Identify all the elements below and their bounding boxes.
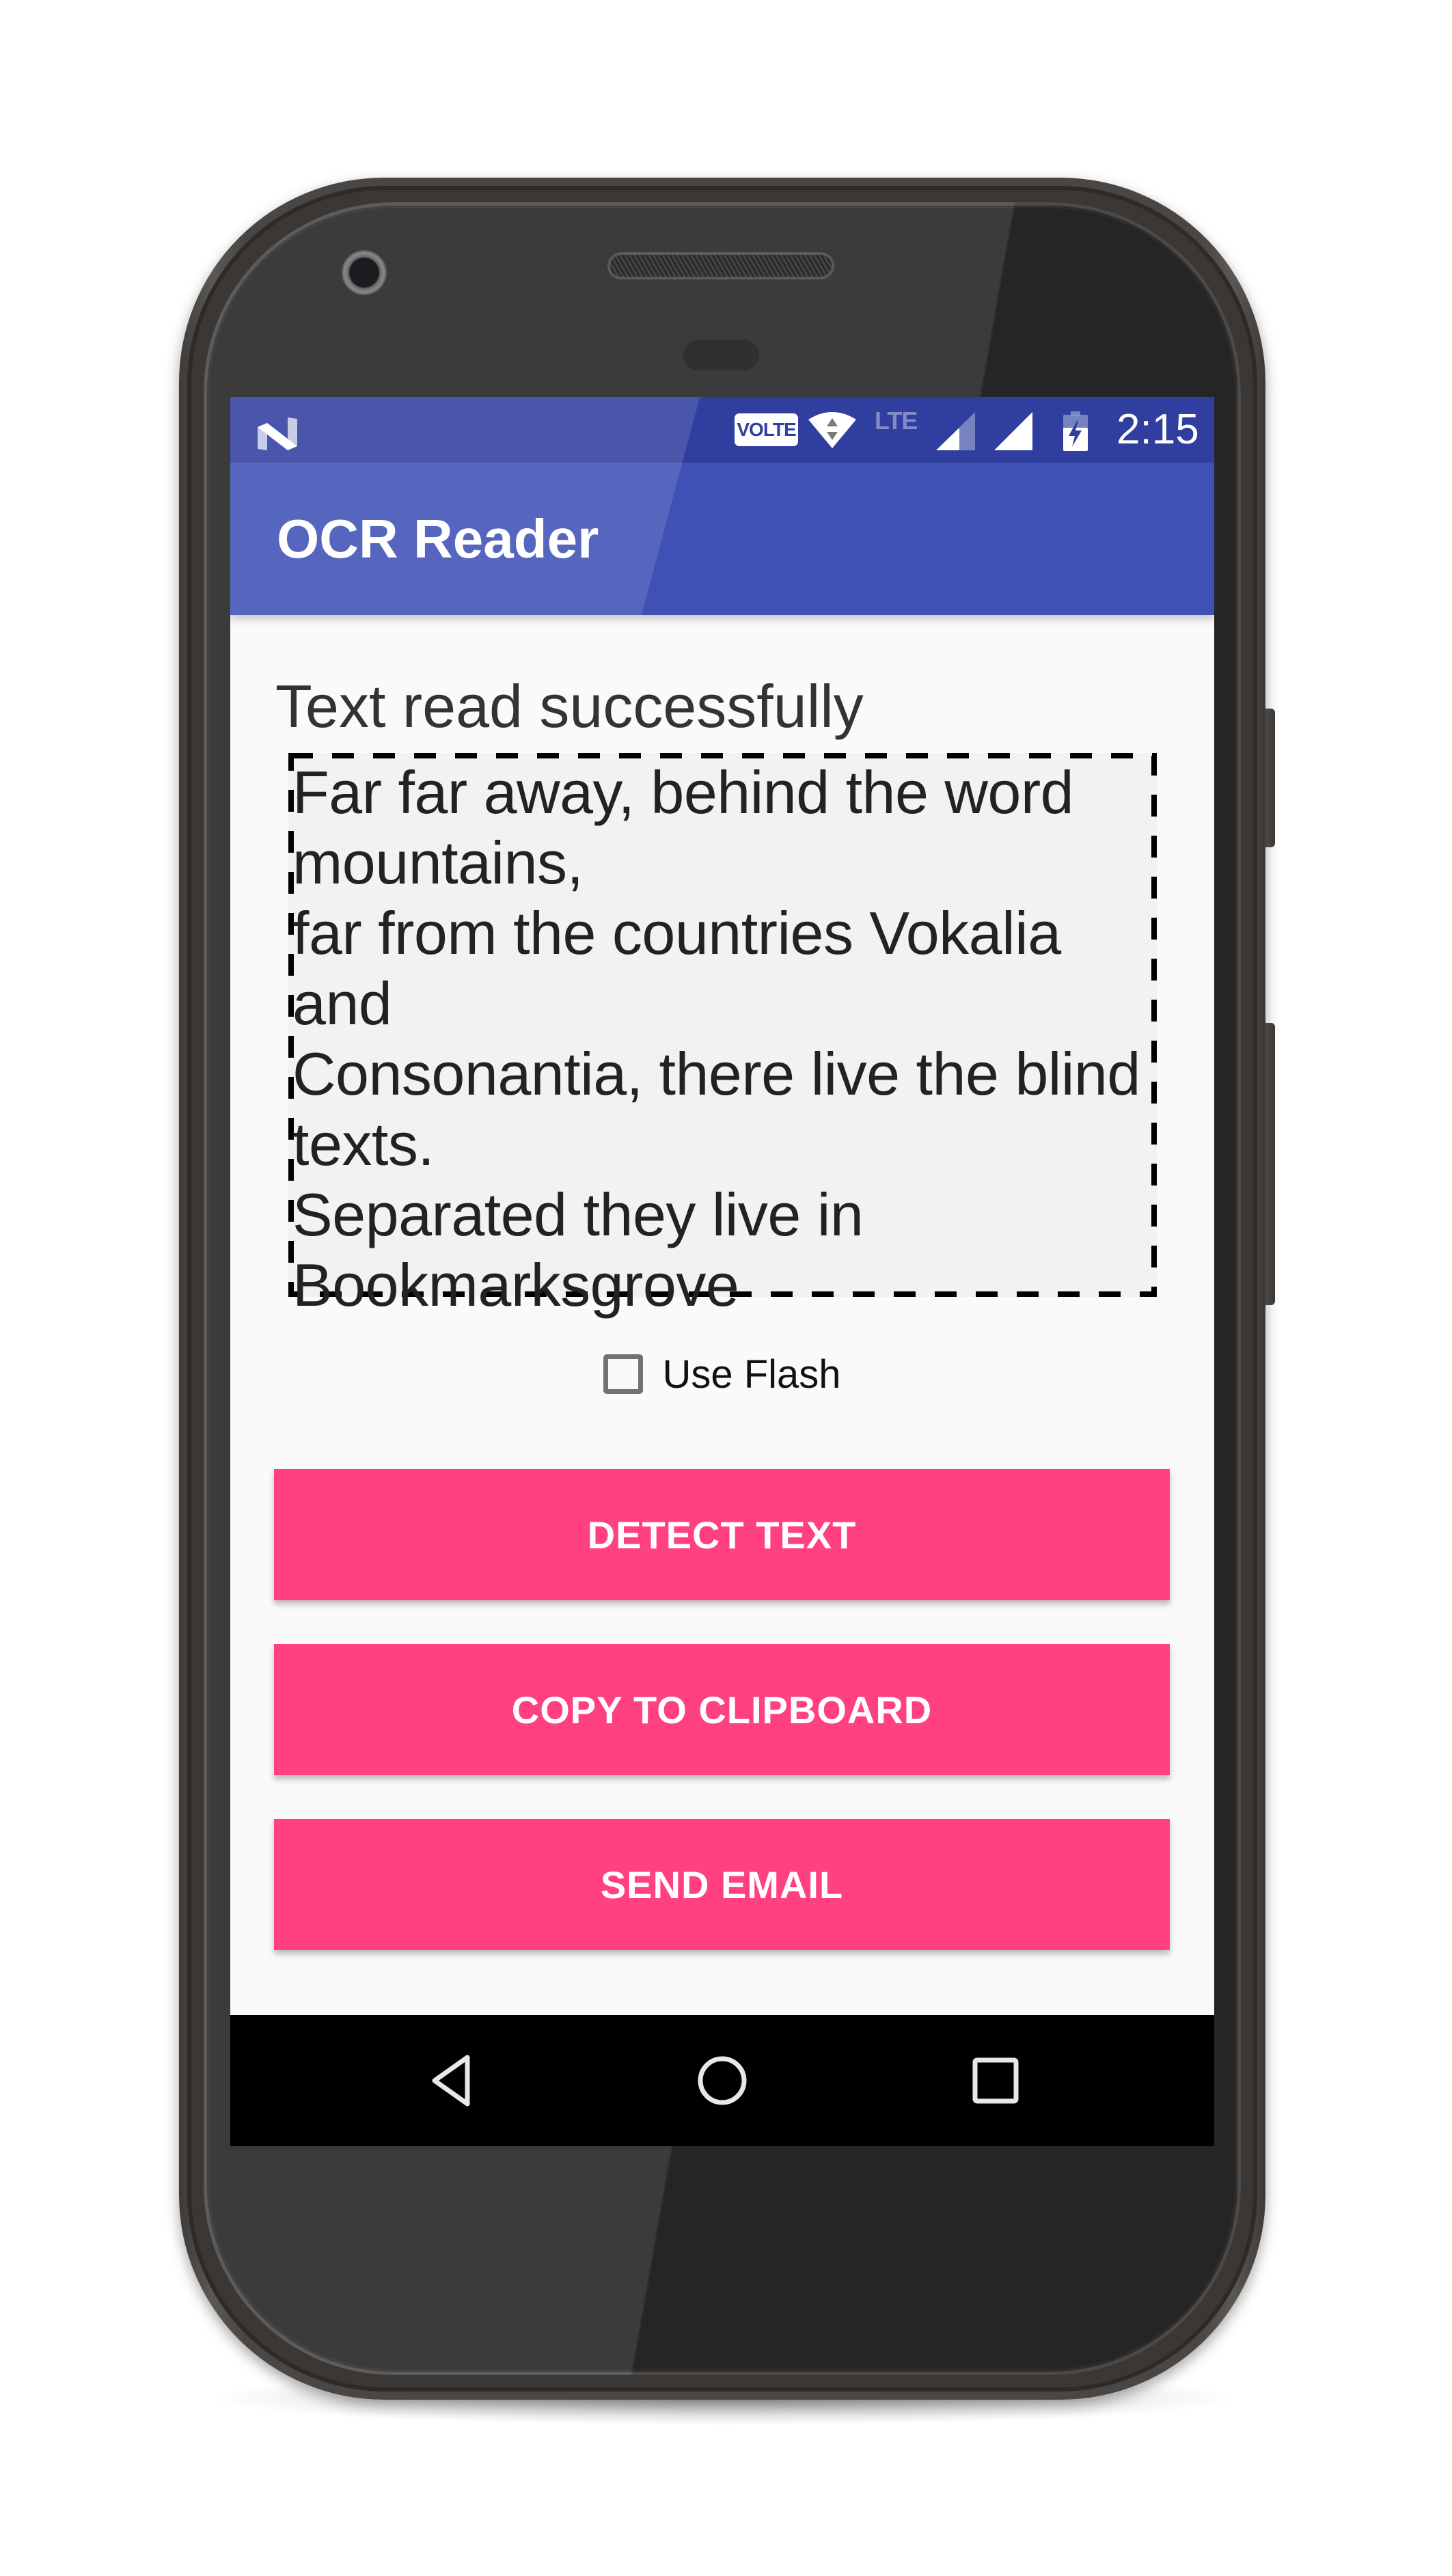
app-bar: OCR Reader (230, 463, 1214, 615)
home-icon[interactable] (695, 2053, 750, 2108)
earpiece-speaker (610, 255, 832, 277)
use-flash-label: Use Flash (662, 1352, 841, 1397)
power-button (1265, 709, 1275, 847)
send-email-button[interactable]: SEND EMAIL (274, 1819, 1170, 1950)
wifi-icon (808, 412, 856, 448)
recents-icon[interactable] (968, 2053, 1023, 2108)
use-flash-row[interactable]: Use Flash (230, 1343, 1214, 1405)
front-camera (342, 250, 387, 295)
android-n-icon (258, 417, 297, 450)
navigation-bar (230, 2015, 1214, 2146)
use-flash-checkbox[interactable] (603, 1354, 644, 1394)
status-clock: 2:15 (1117, 406, 1199, 453)
signal-sim2-icon (994, 412, 1032, 450)
device-screen: VOLTE LTE 2:15 OCR Reader Text read succ… (230, 397, 1214, 2146)
ocr-result-box[interactable]: Far far away, behind the word mountains,… (288, 753, 1157, 1319)
detect-text-button[interactable]: DETECT TEXT (274, 1469, 1170, 1600)
signal-sim1-icon (936, 412, 975, 450)
status-message: Text read successfully (275, 672, 864, 740)
ocr-result-text: Far far away, behind the word mountains,… (292, 758, 1140, 1319)
app-title: OCR Reader (277, 508, 599, 569)
back-icon[interactable] (425, 2053, 480, 2108)
volte-badge: VOLTE (735, 413, 798, 446)
copy-to-clipboard-button[interactable]: COPY TO CLIPBOARD (274, 1644, 1170, 1775)
proximity-sensor (683, 340, 759, 370)
battery-charging-icon (1063, 411, 1088, 451)
status-bar: VOLTE LTE 2:15 (230, 397, 1214, 463)
volume-button (1265, 1023, 1275, 1305)
lte-indicator: LTE (875, 407, 918, 435)
